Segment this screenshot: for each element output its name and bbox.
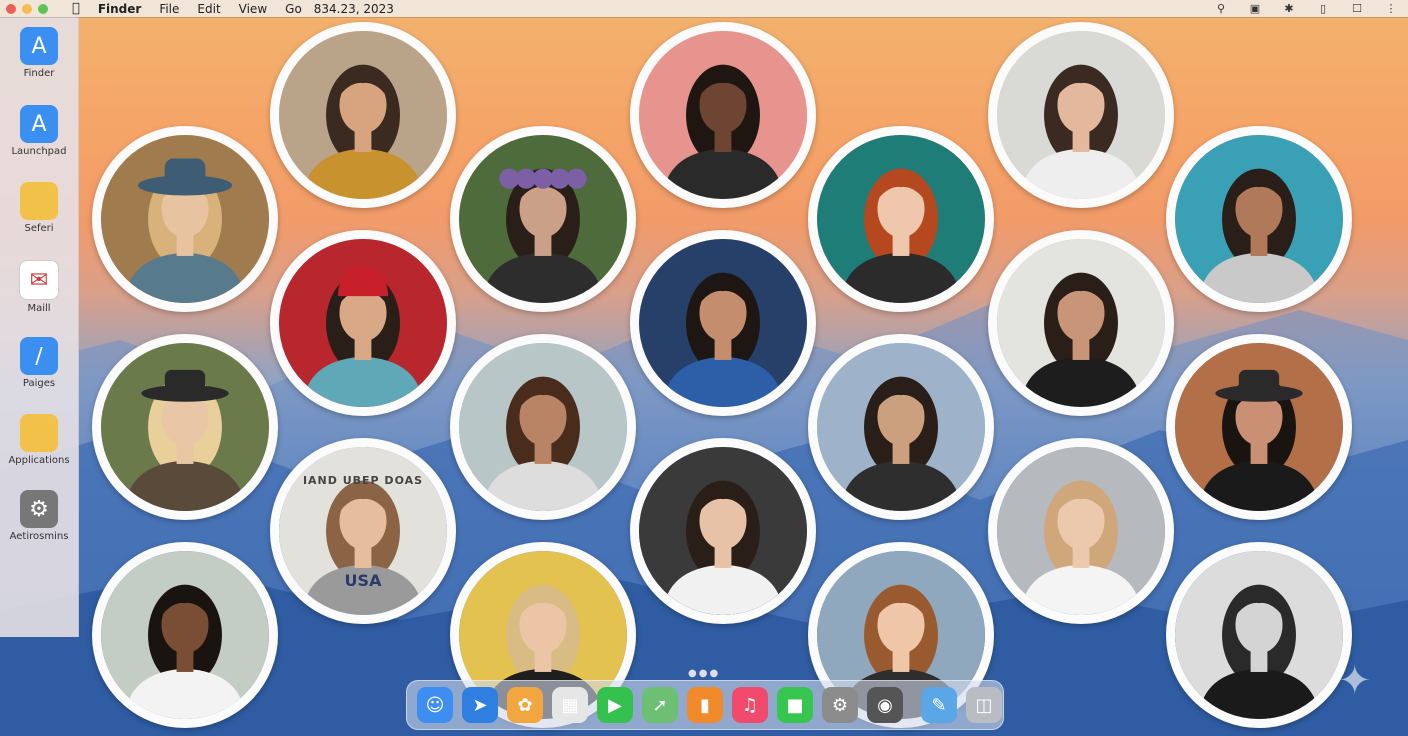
trash-icon[interactable]: ◫ xyxy=(966,687,1002,723)
portrait-woman-black-white[interactable] xyxy=(1166,542,1352,728)
sidebar-item-6[interactable]: ⚙ Aetirosmins xyxy=(0,490,78,542)
search-icon[interactable]: ⚲ xyxy=(1214,2,1228,15)
mail-icon: ✉ xyxy=(19,260,59,300)
app-store-icon: A xyxy=(20,27,58,65)
status-area: ⚲ ▣ ✱ ▯ ☐ ⋮ xyxy=(1214,0,1408,17)
sidebar-item-3[interactable]: ✉ Maill xyxy=(0,260,78,314)
sign-text: IAND UBEP DOAS xyxy=(302,473,424,487)
music-icon[interactable]: ♫ xyxy=(732,687,768,723)
safari-icon[interactable]: ➤ xyxy=(462,687,498,723)
sidebar-item-label: Maill xyxy=(27,303,51,314)
portrait-woman-red-hair[interactable] xyxy=(808,126,994,312)
portrait-woman-curly-hair[interactable] xyxy=(450,334,636,520)
system-settings-icon[interactable]: ⚙ xyxy=(822,687,858,723)
battery-icon[interactable]: ▯ xyxy=(1316,2,1330,15)
menu-date: 834.23, 2023 xyxy=(305,1,394,16)
menu-go[interactable]: Go xyxy=(285,2,302,16)
sidebar-item-0[interactable]: A Finder xyxy=(0,27,78,79)
portrait-woman-city-tracks[interactable] xyxy=(808,334,994,520)
sidebar-item-1[interactable]: A Launchpad xyxy=(0,105,78,157)
pages-icon: ∕ xyxy=(20,337,58,375)
messages-icon[interactable]: ■ xyxy=(777,687,813,723)
sidebar-item-label: Finder xyxy=(23,68,55,79)
finder-icon[interactable]: ☺ xyxy=(417,687,453,723)
portrait-woman-black-hat-brown-wall[interactable] xyxy=(1166,334,1352,520)
portrait-woman-flower-crown[interactable] xyxy=(450,126,636,312)
portrait-woman-afro[interactable] xyxy=(92,542,278,728)
settings-icon: ⚙ xyxy=(20,490,58,528)
portrait-woman-white-dress[interactable] xyxy=(988,438,1174,624)
facetime-icon[interactable]: ▶ xyxy=(597,687,633,723)
menu-edit[interactable]: Edit xyxy=(197,2,220,16)
spotlight-icon[interactable]: ☐ xyxy=(1350,2,1364,15)
photos-icon[interactable]: ✿ xyxy=(507,687,543,723)
screenshot-icon[interactable]: ▣ xyxy=(1248,2,1262,15)
portrait-woman-usa-shirt[interactable]: USA IAND UBEP DOAS xyxy=(270,438,456,624)
zoom-window-button[interactable] xyxy=(38,3,48,14)
portrait-woman-beach-fence[interactable] xyxy=(1166,126,1352,312)
sidebar-item-label: Launchpad xyxy=(11,146,67,157)
menu-view[interactable]: View xyxy=(239,2,267,16)
preview-icon[interactable]: ✎ xyxy=(921,687,957,723)
maps-icon[interactable]: ➚ xyxy=(642,687,678,723)
apple-icon[interactable]:  xyxy=(72,1,80,16)
dock: ☺ ➤ ✿ ▦ ▶ ➚ ▮ ♫ ■ ⚙ ◉ ✎ ◫ xyxy=(406,680,1004,730)
shirt-text: USA xyxy=(344,571,382,591)
sidebar-item-5[interactable]: Applications xyxy=(0,414,78,466)
portrait-woman-black-hat[interactable] xyxy=(92,334,278,520)
folder-icon xyxy=(20,182,58,220)
sparkle-icon: ✦ xyxy=(1338,658,1372,704)
sidebar-item-label: Seferi xyxy=(24,223,54,234)
menu-file[interactable]: File xyxy=(159,2,179,16)
camera-icon[interactable]: ◉ xyxy=(867,687,903,723)
sidebar-item-label: Aetirosmins xyxy=(9,531,69,542)
portrait-woman-blue-hat[interactable] xyxy=(92,126,278,312)
portrait-woman-off-shoulder[interactable] xyxy=(630,438,816,624)
folder-icon xyxy=(20,414,58,452)
portrait-woman-white-top[interactable] xyxy=(988,22,1174,208)
menu-bar:  Finder File Edit View Go 834.23, 2023 … xyxy=(0,0,1408,17)
books-icon[interactable]: ▮ xyxy=(687,687,723,723)
sidebar: A Finder A Launchpad Seferi ✉ Maill ∕ Paiges Appl… xyxy=(0,17,79,637)
menu-app-name[interactable]: Finder xyxy=(98,2,142,16)
minimize-window-button[interactable] xyxy=(22,3,32,14)
sidebar-item-label: Paiges xyxy=(22,378,56,389)
close-window-button[interactable] xyxy=(6,3,16,14)
portrait-woman-black-top[interactable] xyxy=(988,230,1174,416)
page-indicator[interactable]: ●●● xyxy=(688,668,720,679)
portrait-woman-polka-dot[interactable] xyxy=(630,230,816,416)
portrait-woman-pink-wall[interactable] xyxy=(630,22,816,208)
sidebar-item-label: Applications xyxy=(8,455,70,466)
launchpad-icon[interactable]: ▦ xyxy=(552,687,588,723)
bluetooth-icon[interactable]: ✱ xyxy=(1282,2,1296,15)
sidebar-item-2[interactable]: Seferi xyxy=(0,182,78,234)
portrait-woman-red-beanie[interactable] xyxy=(270,230,456,416)
control-center-icon[interactable]: ⋮ xyxy=(1384,2,1398,15)
sidebar-item-4[interactable]: ∕ Paiges xyxy=(0,337,78,389)
portrait-woman-yellow-blouse[interactable] xyxy=(270,22,456,208)
app-store-icon: A xyxy=(20,105,58,143)
